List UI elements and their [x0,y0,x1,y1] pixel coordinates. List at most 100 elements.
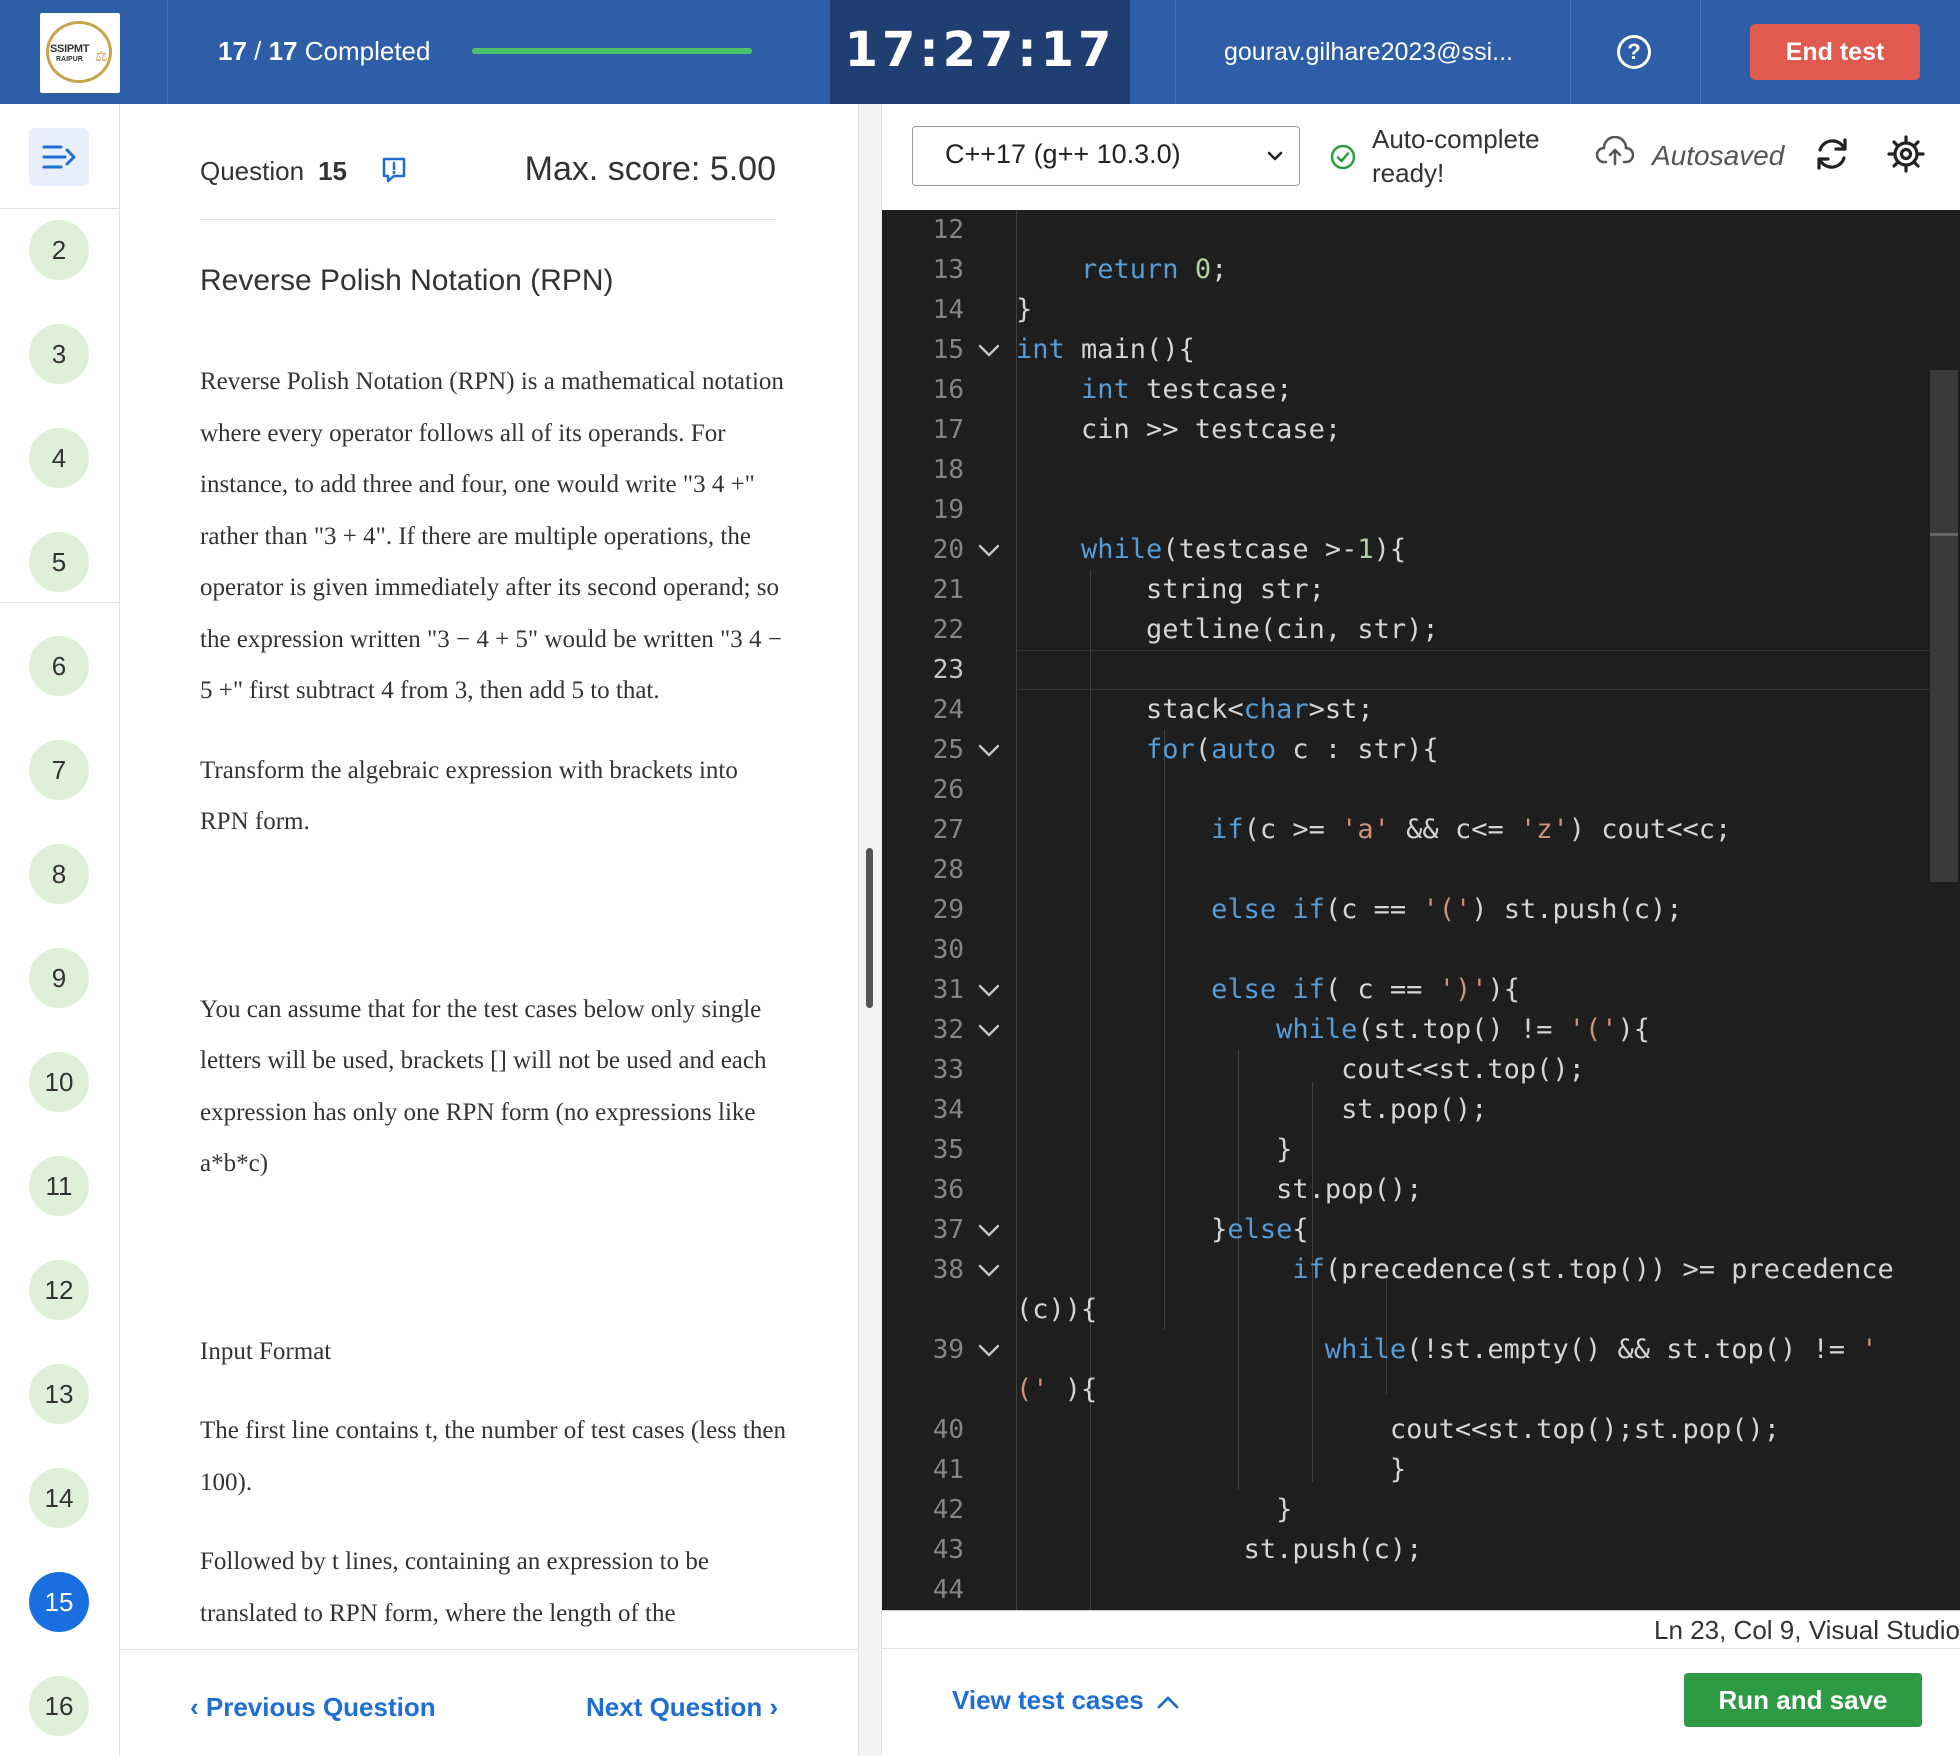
question-nav-10[interactable]: 10 [29,1052,89,1112]
line-number: 37 [932,1215,964,1245]
toggle-sidebar-button[interactable] [29,128,89,186]
line-number: 36 [932,1175,964,1205]
help-section[interactable]: ? [1571,0,1701,104]
code-line: 26 [882,770,1960,810]
question-nav-14[interactable]: 14 [29,1468,89,1528]
line-number: 16 [932,375,964,405]
question-nav-13[interactable]: 13 [29,1364,89,1424]
gear-icon[interactable] [1886,134,1926,174]
code-text: return 0; [1081,254,1228,285]
line-number: 39 [932,1335,964,1365]
code-text: int main(){ [1016,334,1195,365]
question-nav-16[interactable]: 16 [29,1676,89,1736]
countdown-timer: 17:27:17 [844,22,1116,78]
code-line: 19 [882,490,1960,530]
code-line: 34 st.pop(); [882,1090,1960,1130]
line-number: 17 [932,415,964,445]
code-text: int testcase; [1081,374,1293,405]
timer-section: 17:27:17 [830,0,1130,104]
fold-chevron-icon[interactable] [978,344,1000,358]
code-line: 24 stack<char>st; [882,690,1960,730]
autocomplete-status: Auto-complete ready! [1372,124,1540,188]
question-nav-4[interactable]: 4 [29,428,89,488]
code-text: while(testcase >-1){ [1081,534,1407,565]
fold-chevron-icon[interactable] [978,1344,1000,1358]
code-text: } [1016,1134,1293,1165]
help-icon[interactable]: ? [1617,35,1651,69]
code-text: string str; [1016,574,1325,605]
view-test-cases-button[interactable]: View test cases [952,1685,1179,1716]
code-line: 18 [882,450,1960,490]
code-line: 21 string str; [882,570,1960,610]
question-footer: ‹ Previous Question Next Question › [120,1649,858,1756]
max-score: Max. score: 5.00 [524,150,776,188]
question-paragraph: You can assume that for the test cases b… [200,995,767,1178]
fold-chevron-icon[interactable] [978,1224,1000,1238]
line-number: 13 [932,255,964,285]
code-line: 32 while(st.top() != '('){ [882,1010,1960,1050]
code-text: stack<char>st; [1016,694,1374,725]
code-line: 29 else if(c == '(') st.push(c); [882,890,1960,930]
code-text: cout<<st.top(); [1016,1054,1585,1085]
question-nav-6[interactable]: 6 [29,636,89,696]
refresh-icon[interactable] [1812,134,1852,174]
line-number: 12 [932,215,964,245]
code-text: else if( c == ')'){ [1211,974,1520,1005]
code-text: st.pop(); [1016,1094,1488,1125]
line-number: 42 [932,1495,964,1525]
fold-chevron-icon[interactable] [978,984,1000,998]
question-nav-7[interactable]: 7 [29,740,89,800]
code-text: } [1016,1454,1407,1485]
line-number: 34 [932,1095,964,1125]
code-text: if(c >= 'a' && c<= 'z') cout<<c; [1211,814,1732,845]
college-logo: SSIPMT RAIPUR ⚖ [40,13,120,93]
line-number: 32 [932,1015,964,1045]
question-nav-11[interactable]: 11 [29,1156,89,1216]
progress-text: 17 / 17 Completed [218,36,431,66]
end-test-button[interactable]: End test [1750,24,1920,80]
line-number: 40 [932,1415,964,1445]
question-nav-2[interactable]: 2 [29,220,89,280]
code-text: st.push(c); [1016,1534,1423,1565]
code-line: (c)){ [882,1290,1960,1330]
check-circle-icon [1330,144,1356,170]
language-select[interactable]: C++17 (g++ 10.3.0) [912,126,1300,186]
fold-chevron-icon[interactable] [978,544,1000,558]
code-editor[interactable]: 12 13 return 0; 14} 15 int main(){16 int tes… [882,210,1960,1610]
question-nav-5[interactable]: 5 [29,532,89,592]
progress-section: 17 / 17 Completed [168,0,830,104]
collapse-menu-icon [42,145,76,169]
code-line: 13 return 0; [882,250,1960,290]
fold-chevron-icon[interactable] [978,1264,1000,1278]
question-nav-12[interactable]: 12 [29,1260,89,1320]
flag-icon[interactable] [380,156,408,184]
code-text: if(precedence(st.top()) >= precedence [1292,1254,1894,1285]
user-email-section[interactable]: gourav.gilhare2023@ssi... [1175,0,1571,104]
fold-chevron-icon[interactable] [978,1024,1000,1038]
code-line: 41 } [882,1450,1960,1490]
chevron-down-icon [1267,151,1283,161]
splitter-handle[interactable] [866,848,873,1008]
panel-splitter[interactable] [858,104,882,1756]
line-number: 20 [932,535,964,565]
code-text: else if(c == '(') st.push(c); [1211,894,1683,925]
question-panel: Question 15 Max. score: 5.00 Reverse Poli… [120,104,858,1756]
line-number: 14 [932,295,964,325]
run-and-save-button[interactable]: Run and save [1684,1673,1922,1727]
code-line: 33 cout<<st.top(); [882,1050,1960,1090]
code-text: cin >> testcase; [1016,414,1342,445]
question-paragraph: Reverse Polish Notation (RPN) is a mathe… [200,368,784,704]
next-question-button[interactable]: Next Question › [586,1692,778,1723]
previous-question-button[interactable]: ‹ Previous Question [190,1692,436,1723]
line-number: 25 [932,735,964,765]
question-nav-9[interactable]: 9 [29,948,89,1008]
user-email[interactable]: gourav.gilhare2023@ssi... [1224,38,1513,67]
question-nav-8[interactable]: 8 [29,844,89,904]
code-line: 17 cin >> testcase; [882,410,1960,450]
question-nav-15[interactable]: 15 [29,1572,89,1632]
fold-chevron-icon[interactable] [978,744,1000,758]
question-nav-3[interactable]: 3 [29,324,89,384]
sidebar-divider [0,602,120,603]
line-number: 22 [932,615,964,645]
line-number: 28 [932,855,964,885]
